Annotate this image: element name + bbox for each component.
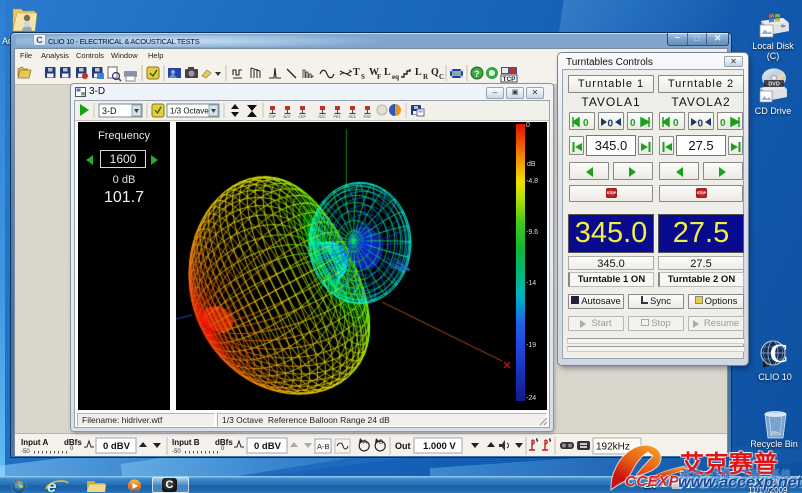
svg-text:R: R [423, 73, 429, 81]
svg-text:CEP: CEP [299, 115, 307, 119]
svg-text:0: 0 [698, 119, 704, 129]
svg-text:REA: REA [349, 115, 357, 119]
svg-text:?: ? [474, 69, 480, 79]
svg-text:0: 0 [720, 118, 726, 128]
svg-text:0: 0 [673, 118, 679, 128]
svg-text:PRZ: PRZ [334, 115, 342, 119]
svg-text:A-B: A-B [317, 442, 330, 451]
svg-text:1/3 Octave: 1/3 Octave [170, 107, 209, 116]
svg-text:L: L [384, 67, 391, 78]
svg-text:-50: -50 [21, 449, 30, 455]
svg-text:C: C [439, 73, 444, 81]
svg-text:BOT: BOT [284, 115, 292, 119]
svg-text:0: 0 [583, 118, 589, 128]
svg-text:Out: Out [395, 441, 411, 451]
svg-text:dBfs: dBfs [64, 438, 82, 447]
svg-text:TCP: TCP [503, 76, 517, 83]
svg-text:Input B: Input B [172, 438, 200, 447]
svg-text:0 dBV: 0 dBV [254, 441, 282, 452]
svg-text:0 dBV: 0 dBV [103, 441, 131, 452]
svg-text:-50: -50 [172, 449, 181, 455]
svg-text:B: B [379, 440, 383, 446]
svg-text:DVD: DVD [768, 82, 780, 88]
svg-text:0: 0 [608, 119, 614, 129]
svg-text:Input A: Input A [21, 438, 48, 447]
svg-text:A: A [363, 440, 367, 446]
svg-text:L: L [415, 67, 422, 78]
svg-text:3-D: 3-D [102, 106, 117, 116]
svg-text:TOP: TOP [269, 115, 277, 119]
svg-text:eq: eq [392, 73, 399, 81]
svg-text:0: 0 [630, 118, 636, 128]
svg-text:dBfs: dBfs [215, 438, 233, 447]
svg-text:RSP: RSP [364, 115, 372, 119]
svg-text:RZC: RZC [319, 115, 327, 119]
svg-text:Q: Q [431, 67, 439, 78]
svg-text:1.000 V: 1.000 V [423, 441, 456, 452]
svg-text:F: F [377, 73, 381, 81]
svg-text:C: C [770, 339, 789, 368]
svg-text:S: S [361, 73, 365, 81]
svg-text:T: T [353, 67, 360, 78]
